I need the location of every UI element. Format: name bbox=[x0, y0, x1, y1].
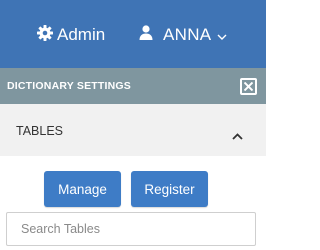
tables-section-header[interactable]: TABLES bbox=[0, 104, 266, 156]
search-tables-input[interactable] bbox=[6, 212, 256, 246]
dictionary-settings-header: DICTIONARY SETTINGS bbox=[0, 68, 266, 104]
gear-icon bbox=[37, 24, 53, 46]
close-box-icon[interactable] bbox=[240, 78, 257, 95]
chevron-down-icon bbox=[217, 27, 227, 45]
user-menu[interactable]: ANNA bbox=[139, 24, 227, 46]
admin-link[interactable]: Admin bbox=[37, 24, 105, 46]
chevron-up-icon[interactable] bbox=[232, 127, 243, 145]
dictionary-settings-title: DICTIONARY SETTINGS bbox=[7, 80, 131, 92]
user-name: ANNA bbox=[163, 25, 212, 44]
manage-button[interactable]: Manage bbox=[44, 171, 121, 207]
user-icon bbox=[139, 25, 153, 45]
register-button[interactable]: Register bbox=[131, 171, 208, 207]
tables-title: TABLES bbox=[16, 124, 64, 138]
admin-label: Admin bbox=[57, 25, 106, 44]
top-navigation-bar: Admin ANNA bbox=[0, 0, 266, 68]
